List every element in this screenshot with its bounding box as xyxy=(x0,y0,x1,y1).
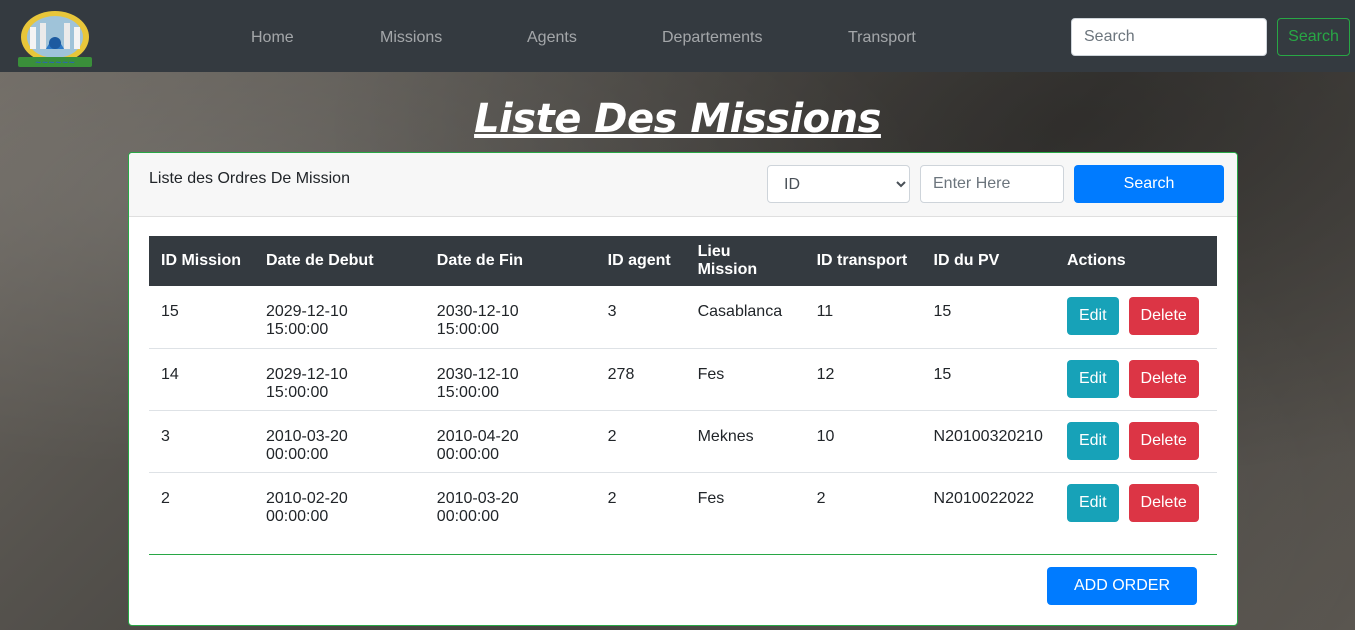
cell-lieu-mission: Fes xyxy=(697,489,725,507)
col-id-agent: ID agent xyxy=(607,252,671,269)
nav-agents[interactable]: Agents xyxy=(527,28,577,48)
card-header-title: Liste des Ordres De Mission xyxy=(149,170,350,187)
navbar: ~~~~~~ Home Missions Agents Departements… xyxy=(0,0,1355,72)
cell-id-agent: 2 xyxy=(607,489,617,507)
filter-search-button[interactable]: Search xyxy=(1074,165,1224,203)
edit-button[interactable]: Edit xyxy=(1066,483,1119,522)
cell-date-fin: 2010-03-20 00:00:00 xyxy=(436,489,519,525)
col-lieu-mission: Lieu Mission xyxy=(697,243,758,278)
cell-actions: Edit Delete xyxy=(1054,410,1217,473)
cell-actions: Edit Delete xyxy=(1055,472,1217,534)
page-title: Liste Des Missions xyxy=(474,96,881,142)
edit-button[interactable]: Edit xyxy=(1066,297,1119,335)
table-row: 14 2029-12-10 15:00:00 2030-12-10 15:00:… xyxy=(149,348,1217,411)
col-id-mission: ID Mission xyxy=(161,252,242,269)
cell-id-agent: 278 xyxy=(595,348,686,411)
svg-text:~~~~~~: ~~~~~~ xyxy=(35,58,75,67)
cell-actions: Edit Delete xyxy=(1054,286,1217,349)
cell-date-debut: 2029-12-10 15:00:00 xyxy=(253,286,425,349)
cell-id-pv: 15 xyxy=(921,348,1055,411)
delete-button[interactable]: Delete xyxy=(1128,421,1199,460)
cell-id-transport: 2 xyxy=(816,489,826,507)
cell-date-debut: 2010-02-20 00:00:00 xyxy=(265,489,348,525)
cell-id-agent: 2 xyxy=(595,410,686,473)
nav-departements[interactable]: Departements xyxy=(662,28,763,48)
missions-card: Liste des Ordres De Mission ID Search ID… xyxy=(128,152,1238,626)
footer-divider xyxy=(149,554,1217,555)
filter-field-select[interactable]: ID xyxy=(767,165,910,203)
cell-id-transport: 11 xyxy=(804,286,922,349)
col-actions: Actions xyxy=(1066,252,1126,269)
cell-date-debut: 2029-12-10 15:00:00 xyxy=(253,348,425,411)
nav-missions[interactable]: Missions xyxy=(380,28,442,48)
brand-logo[interactable]: ~~~~~~ xyxy=(16,7,94,69)
cell-date-fin: 2030-12-10 15:00:00 xyxy=(424,348,596,411)
cell-id-agent: 3 xyxy=(595,286,686,349)
edit-button[interactable]: Edit xyxy=(1066,359,1119,398)
delete-button[interactable]: Delete xyxy=(1128,359,1199,398)
edit-button[interactable]: Edit xyxy=(1066,421,1119,460)
cell-lieu-mission: Casablanca xyxy=(685,286,805,349)
table-row: 15 2029-12-10 15:00:00 2030-12-10 15:00:… xyxy=(149,286,1217,349)
cell-id-pv: 15 xyxy=(921,286,1055,349)
delete-button[interactable]: Delete xyxy=(1128,483,1199,522)
cell-id-mission: 2 xyxy=(161,489,170,507)
table-row: 2 2010-02-20 00:00:00 2010-03-20 00:00:0… xyxy=(149,472,1217,534)
cell-id-mission: 15 xyxy=(149,286,254,349)
cell-actions: Edit Delete xyxy=(1054,348,1217,411)
cell-id-pv: N20100320210 xyxy=(921,410,1055,473)
cell-id-transport: 12 xyxy=(804,348,922,411)
filter-value-input[interactable] xyxy=(920,165,1064,203)
nav-search-input[interactable] xyxy=(1071,18,1267,56)
col-date-debut: Date de Debut xyxy=(265,252,374,269)
cell-date-debut: 2010-03-20 00:00:00 xyxy=(253,410,425,473)
nav-home[interactable]: Home xyxy=(251,28,294,48)
missions-table: ID Mission Date de Debut Date de Fin ID … xyxy=(149,236,1217,534)
cell-id-pv: N2010022022 xyxy=(933,489,1035,507)
cell-date-fin: 2030-12-10 15:00:00 xyxy=(424,286,596,349)
nav-transport[interactable]: Transport xyxy=(848,28,916,48)
cell-id-mission: 14 xyxy=(149,348,254,411)
nav-search-button[interactable]: Search xyxy=(1277,18,1350,56)
col-id-transport: ID transport xyxy=(816,252,908,269)
add-order-button[interactable]: ADD ORDER xyxy=(1047,567,1197,605)
table-header-row: ID Mission Date de Debut Date de Fin ID … xyxy=(149,236,1217,286)
cell-id-transport: 10 xyxy=(804,410,922,473)
col-date-fin: Date de Fin xyxy=(436,252,524,269)
cell-date-fin: 2010-04-20 00:00:00 xyxy=(424,410,596,473)
delete-button[interactable]: Delete xyxy=(1128,297,1199,335)
table-row: 3 2010-03-20 00:00:00 2010-04-20 00:00:0… xyxy=(149,410,1217,473)
col-id-pv: ID du PV xyxy=(933,252,1000,269)
card-header: Liste des Ordres De Mission ID Search xyxy=(129,153,1237,217)
cell-lieu-mission: Meknes xyxy=(685,410,805,473)
cell-lieu-mission: Fes xyxy=(685,348,805,411)
cell-id-mission: 3 xyxy=(149,410,254,473)
